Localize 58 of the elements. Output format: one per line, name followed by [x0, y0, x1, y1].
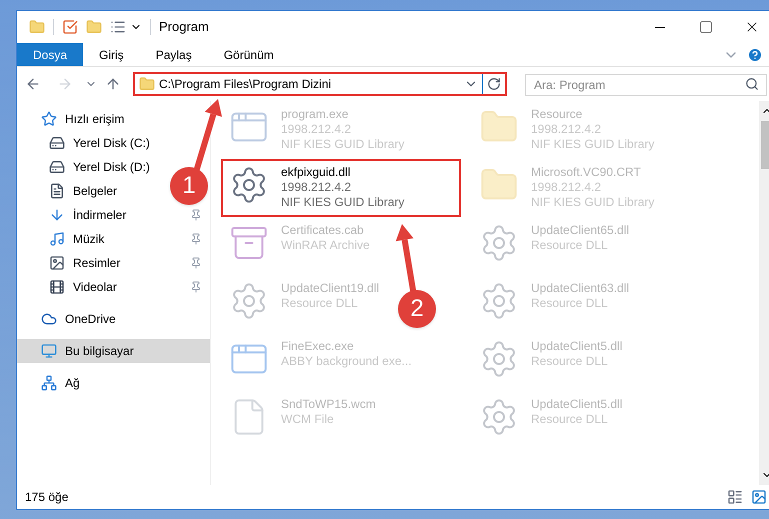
- drive-icon: [49, 159, 65, 175]
- search-icon[interactable]: [745, 77, 759, 91]
- network-icon: [41, 375, 57, 391]
- sidebar-item[interactable]: Müzik: [17, 227, 210, 251]
- ribbon-tab[interactable]: Dosya: [17, 43, 84, 66]
- file-name: FineExec.exe: [281, 339, 355, 354]
- sidebar-item[interactable]: Yerel Disk (C:): [17, 131, 158, 155]
- file-name: UpdateClient63.dll: [531, 281, 630, 296]
- star-icon: [41, 111, 57, 127]
- file-name: Microsoft.VC90.CRT: [531, 165, 642, 180]
- file-item[interactable]: ekfpixguid.dll 1998.212.4.2 NIF KIES GUID Library: [223, 161, 459, 215]
- file-detail: 1998.212.4.2: [281, 180, 352, 195]
- file-name: UpdateClient5.dll: [531, 397, 622, 412]
- details-view-icon[interactable]: [727, 489, 743, 505]
- sidebar-item[interactable]: Ağ: [17, 371, 88, 395]
- cloud-icon: [41, 311, 57, 327]
- address-path: C:\Program Files\Program Dizini: [159, 76, 332, 93]
- download-icon: [49, 207, 65, 223]
- file-detail: NIF KIES GUID Library: [281, 195, 404, 210]
- address-field[interactable]: C:\Program Files\Program Dizini: [133, 72, 507, 96]
- file-name: program.exe: [281, 107, 350, 122]
- monitor-icon: [41, 343, 57, 359]
- sidebar-item[interactable]: Videolar: [17, 275, 210, 299]
- picture-icon: [49, 255, 65, 271]
- ribbon-tab[interactable]: Paylaş: [140, 43, 208, 66]
- drive-icon: [49, 135, 65, 151]
- file-name: UpdateClient19.dll: [281, 281, 380, 296]
- file-name: UpdateClient5.dll: [531, 339, 622, 354]
- minimize-icon: [655, 26, 665, 28]
- file-name: ekfpixguid.dll: [281, 165, 352, 180]
- ribbon-tab[interactable]: Görünüm: [208, 43, 290, 66]
- file-name: UpdateClient65.dll: [531, 223, 630, 238]
- window-title: Program: [159, 18, 209, 36]
- search-field[interactable]: Ara: Program: [525, 74, 767, 96]
- large-icons-view-icon[interactable]: [751, 489, 767, 505]
- file-name: Resource: [531, 107, 584, 122]
- film-icon: [49, 279, 65, 295]
- file-name: Certificates.cab: [281, 223, 365, 238]
- back-icon[interactable]: [25, 76, 41, 92]
- sidebar-item[interactable]: Resimler: [17, 251, 210, 275]
- refresh-icon[interactable]: [487, 77, 501, 91]
- sidebar-item[interactable]: Hızlı erişim: [17, 107, 132, 131]
- help-icon[interactable]: [747, 46, 763, 62]
- item-count: 175 öğe: [25, 489, 68, 506]
- sidebar-item[interactable]: OneDrive: [17, 307, 124, 331]
- view-icon[interactable]: [110, 19, 126, 35]
- sidebar-item[interactable]: İndirmeler: [17, 203, 210, 227]
- up-icon[interactable]: [105, 76, 121, 92]
- maximize-icon: [699, 20, 713, 34]
- properties-icon[interactable]: [62, 19, 78, 35]
- sidebar-item[interactable]: Belgeler: [17, 179, 126, 203]
- sidebar-item[interactable]: Yerel Disk (D:): [17, 155, 158, 179]
- document-icon: [49, 183, 65, 199]
- music-icon: [49, 231, 65, 247]
- folder-icon: [139, 76, 155, 92]
- file-name: SndToWP15.wcm: [281, 397, 376, 412]
- ribbon-tab[interactable]: Giriş: [83, 43, 140, 66]
- sidebar-item[interactable]: Bu bilgisayar: [17, 339, 210, 363]
